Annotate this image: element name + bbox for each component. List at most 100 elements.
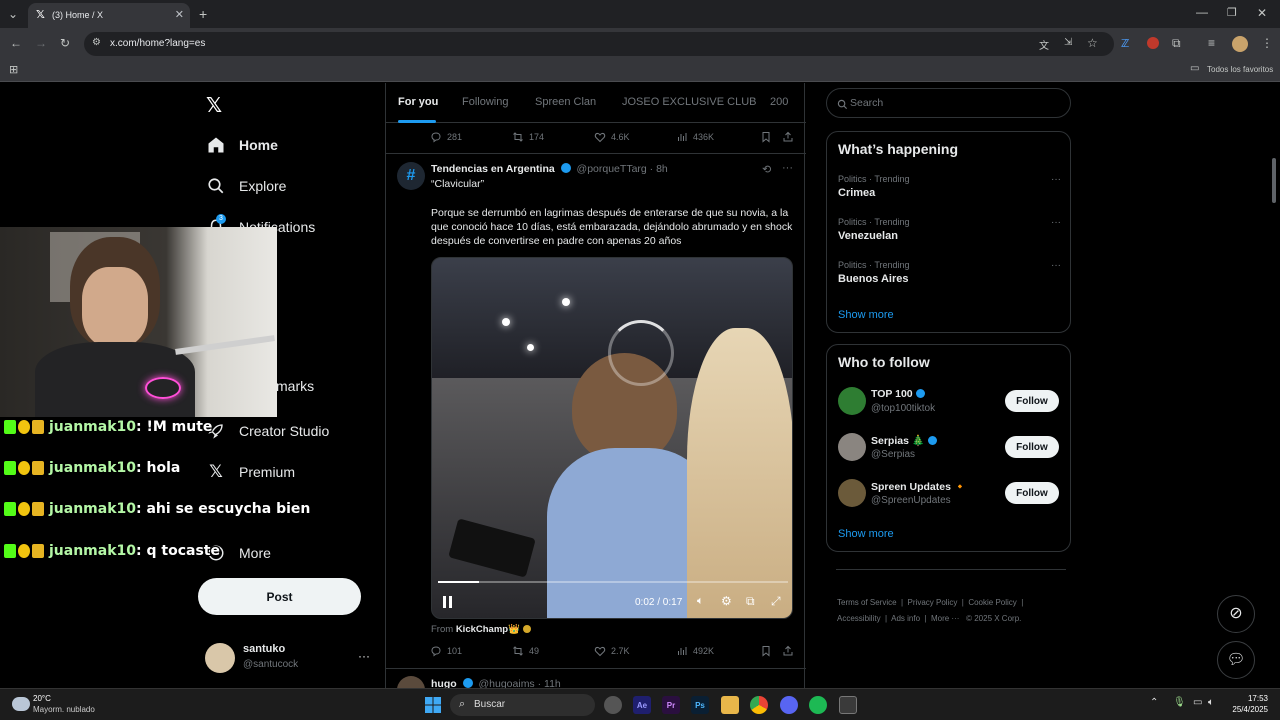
trending-show-more[interactable]: Show more — [838, 309, 894, 321]
back-icon[interactable]: ← — [10, 36, 22, 50]
share-button[interactable] — [782, 645, 799, 657]
tab-joseo-exclusive-club[interactable]: JOSEO EXCLUSIVE CLUB — [622, 96, 757, 108]
tab-close-icon[interactable]: ✕ — [175, 8, 184, 21]
footer-ads-info[interactable]: Ads info — [891, 614, 920, 623]
next-post-author[interactable]: hugo — [431, 678, 457, 688]
follow-button[interactable]: Follow — [1005, 436, 1059, 458]
post-button[interactable]: Post — [198, 578, 361, 615]
who-to-follow-show-more[interactable]: Show more — [838, 528, 894, 540]
pip-icon[interactable]: ⧉ — [746, 594, 755, 609]
install-icon[interactable]: ⇲ — [1064, 37, 1072, 48]
tray-arrow-icon[interactable]: ⌃ — [1150, 697, 1158, 708]
nav-bookmarks-label[interactable]: marks — [276, 378, 314, 394]
discord-icon[interactable] — [780, 696, 798, 714]
reply-button[interactable]: 101 — [430, 645, 462, 657]
mic-icon[interactable]: 🎙︎ — [1173, 697, 1186, 708]
bookmark-button[interactable] — [760, 645, 777, 657]
search-box[interactable]: Search — [826, 88, 1071, 118]
all-bookmarks-label[interactable]: Todos los favoritos — [1207, 65, 1273, 74]
extension-badge-icon[interactable] — [1147, 37, 1159, 49]
bookmark-star-icon[interactable]: ☆ — [1087, 36, 1098, 50]
post-more-icon[interactable]: ··· — [782, 162, 793, 174]
weather-cloud-icon[interactable] — [12, 697, 30, 711]
windows-start-icon[interactable] — [425, 697, 441, 713]
volume-icon[interactable]: 🔈︎ — [697, 595, 704, 608]
trend-item[interactable]: Politics · Trending Venezuelan ··· — [838, 217, 1063, 249]
next-post-handle[interactable]: @hugoaims — [479, 678, 535, 688]
tab-spreen-clan[interactable]: Spreen Clan — [535, 96, 596, 108]
site-info-icon[interactable]: ⚙ — [92, 37, 104, 49]
fullscreen-icon[interactable]: ⤢ — [771, 594, 781, 609]
chrome-icon[interactable] — [750, 696, 768, 714]
next-post-avatar[interactable] — [397, 676, 425, 688]
window-close-icon[interactable]: ✕ — [1257, 6, 1267, 20]
trend-item[interactable]: Politics · Trending Buenos Aires ··· — [838, 260, 1063, 292]
extension-icon[interactable]: ℤ — [1121, 37, 1133, 50]
bookmark-button[interactable] — [760, 131, 777, 143]
post-avatar[interactable]: # — [397, 162, 425, 190]
follow-avatar[interactable] — [838, 479, 866, 507]
repost-button[interactable]: 49 — [512, 645, 539, 657]
tab-for-you[interactable]: For you — [398, 96, 438, 108]
minimize-icon[interactable]: — — [1196, 5, 1208, 19]
menu-kebab-icon[interactable]: ⋮ — [1261, 36, 1273, 50]
follow-button[interactable]: Follow — [1005, 390, 1059, 412]
speaker-icon[interactable]: 🔈︎ — [1208, 697, 1214, 708]
premiere-icon[interactable]: Pr — [662, 696, 680, 714]
forward-icon[interactable]: → — [35, 36, 47, 50]
grok-icon[interactable]: ⟲ — [762, 163, 771, 176]
reload-icon[interactable]: ↻ — [60, 36, 70, 50]
messages-float-icon[interactable]: 💬︎ — [1217, 641, 1255, 679]
footer-cookies[interactable]: Cookie Policy — [968, 598, 1016, 607]
post-author[interactable]: Tendencias en Argentina — [431, 163, 555, 175]
browser-tab[interactable]: 𝕏 (3) Home / X ✕ — [28, 3, 190, 28]
footer-privacy[interactable]: Privacy Policy — [908, 598, 958, 607]
weather-temp[interactable]: 20°C — [33, 694, 51, 703]
tab-search-icon[interactable]: ⌄ — [8, 7, 18, 21]
copilot-icon[interactable] — [604, 696, 622, 714]
pause-icon[interactable] — [442, 595, 454, 609]
restore-icon[interactable]: ❐ — [1227, 6, 1237, 19]
after-effects-icon[interactable]: Ae — [633, 696, 651, 714]
taskbar-search[interactable]: ⌕ Buscar — [450, 694, 595, 716]
like-button[interactable]: 2.7K — [594, 645, 630, 657]
settings-gear-icon[interactable]: ⚙ — [721, 594, 732, 608]
follow-button[interactable]: Follow — [1005, 482, 1059, 504]
nav-creator-studio[interactable]: Creator Studio — [205, 419, 329, 443]
tab-200[interactable]: 200 — [770, 96, 788, 108]
trend-more-icon[interactable]: ··· — [1051, 260, 1061, 271]
views-button[interactable]: 436K — [676, 131, 714, 143]
x-logo-icon[interactable]: 𝕏 — [206, 93, 226, 117]
footer-accessibility[interactable]: Accessibility — [837, 614, 881, 623]
nav-explore[interactable]: Explore — [205, 174, 286, 198]
views-button[interactable]: 492K — [676, 645, 714, 657]
follow-avatar[interactable] — [838, 433, 866, 461]
footer-more[interactable]: More ··· — [931, 614, 959, 623]
account-avatar[interactable] — [205, 643, 235, 673]
follow-name[interactable]: TOP 100 — [871, 388, 925, 400]
trend-more-icon[interactable]: ··· — [1051, 217, 1061, 228]
media-control-icon[interactable]: ≡ — [1208, 36, 1215, 50]
trend-item[interactable]: Politics · Trending Crimea ··· — [838, 174, 1063, 206]
nav-premium[interactable]: 𝕏 Premium — [205, 460, 295, 484]
repost-button[interactable]: 174 — [512, 131, 544, 143]
photoshop-icon[interactable]: Ps — [691, 696, 709, 714]
follow-name[interactable]: Serpias 🎄 — [871, 434, 937, 447]
file-explorer-icon[interactable] — [721, 696, 739, 714]
new-tab-icon[interactable]: + — [199, 6, 207, 22]
tab-following[interactable]: Following — [462, 96, 508, 108]
post-handle[interactable]: @porqueTTarg — [577, 163, 647, 175]
account-menu-icon[interactable]: ··· — [358, 649, 370, 663]
spotify-icon[interactable] — [809, 696, 827, 714]
trend-more-icon[interactable]: ··· — [1051, 174, 1061, 185]
network-icon[interactable]: ▭ — [1193, 697, 1202, 708]
like-button[interactable]: 4.6K — [594, 131, 630, 143]
translate-icon[interactable]: 文 — [1039, 37, 1049, 52]
post-time[interactable]: · 8h — [650, 163, 668, 175]
active-chrome-icon[interactable] — [839, 696, 857, 714]
page-scrollbar[interactable] — [1272, 158, 1276, 203]
next-post-time[interactable]: · 11h — [538, 678, 561, 688]
from-source-link[interactable]: KickChamp👑 — [456, 624, 520, 635]
extensions-puzzle-icon[interactable]: ⧉ — [1172, 36, 1181, 51]
post-video[interactable]: 0:02 / 0:17 🔈︎ ⚙ ⧉ ⤢ — [431, 257, 793, 619]
